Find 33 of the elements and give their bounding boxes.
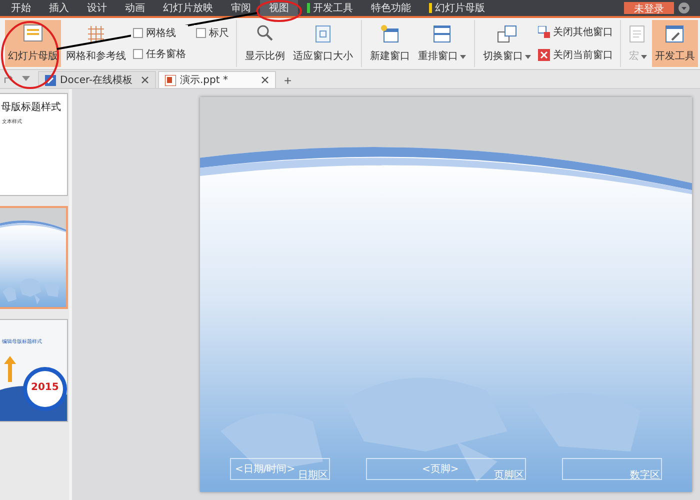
- menu-tab[interactable]: 开发工具: [298, 0, 362, 16]
- footer-placeholder-text: <页脚>: [422, 462, 459, 476]
- menu-tab[interactable]: 动画: [116, 0, 154, 16]
- ribbon-small-button[interactable]: 关闭当前窗口: [536, 48, 615, 62]
- ribbon-small-button[interactable]: 关闭其他窗口: [536, 24, 615, 39]
- menu-tab[interactable]: 幻灯片放映: [154, 0, 222, 16]
- ribbon-button[interactable]: 幻灯片母版: [5, 20, 61, 67]
- footer-area-label: 页脚区: [494, 468, 524, 482]
- menu-tab[interactable]: 插入: [40, 0, 78, 16]
- document-tab-label: 演示.ppt *: [180, 74, 228, 87]
- footer-placeholder-text: <日期/时间>: [235, 462, 296, 476]
- ribbon-button[interactable]: 网格和参考线: [63, 20, 129, 67]
- footer-area-label: 日期区: [298, 468, 328, 482]
- ribbon-button[interactable]: 切换窗口: [480, 20, 534, 67]
- footer-area-label: 数字区: [630, 468, 660, 482]
- year-badge-text: 2015: [31, 382, 59, 393]
- menu-tab[interactable]: 特色功能: [362, 0, 420, 16]
- ribbon-button[interactable]: 重排窗口: [415, 20, 469, 67]
- menu-tab[interactable]: 设计: [78, 0, 116, 16]
- ribbon-button[interactable]: 新建窗口: [367, 20, 413, 67]
- ribbon-button[interactable]: 显示比例: [242, 20, 288, 67]
- document-tab-label: Docer-在线模板: [60, 74, 133, 87]
- new-tab-button[interactable]: +: [278, 73, 298, 88]
- menu-tab[interactable]: 审阅: [222, 0, 260, 16]
- thumbnail-title: 母版标题样式: [0, 100, 62, 114]
- menu-tab[interactable]: 幻灯片母版: [420, 0, 494, 16]
- checkbox[interactable]: 标尺: [194, 24, 231, 41]
- document-tab[interactable]: 演示.ppt *: [158, 71, 276, 88]
- document-tab[interactable]: Docer-在线模板: [38, 71, 156, 88]
- ribbon-button[interactable]: 开发工具: [652, 20, 698, 67]
- menu-tab[interactable]: 开始: [2, 0, 40, 16]
- checkbox[interactable]: 网格线: [131, 24, 188, 41]
- ribbon-button[interactable]: 适应窗口大小: [290, 20, 356, 67]
